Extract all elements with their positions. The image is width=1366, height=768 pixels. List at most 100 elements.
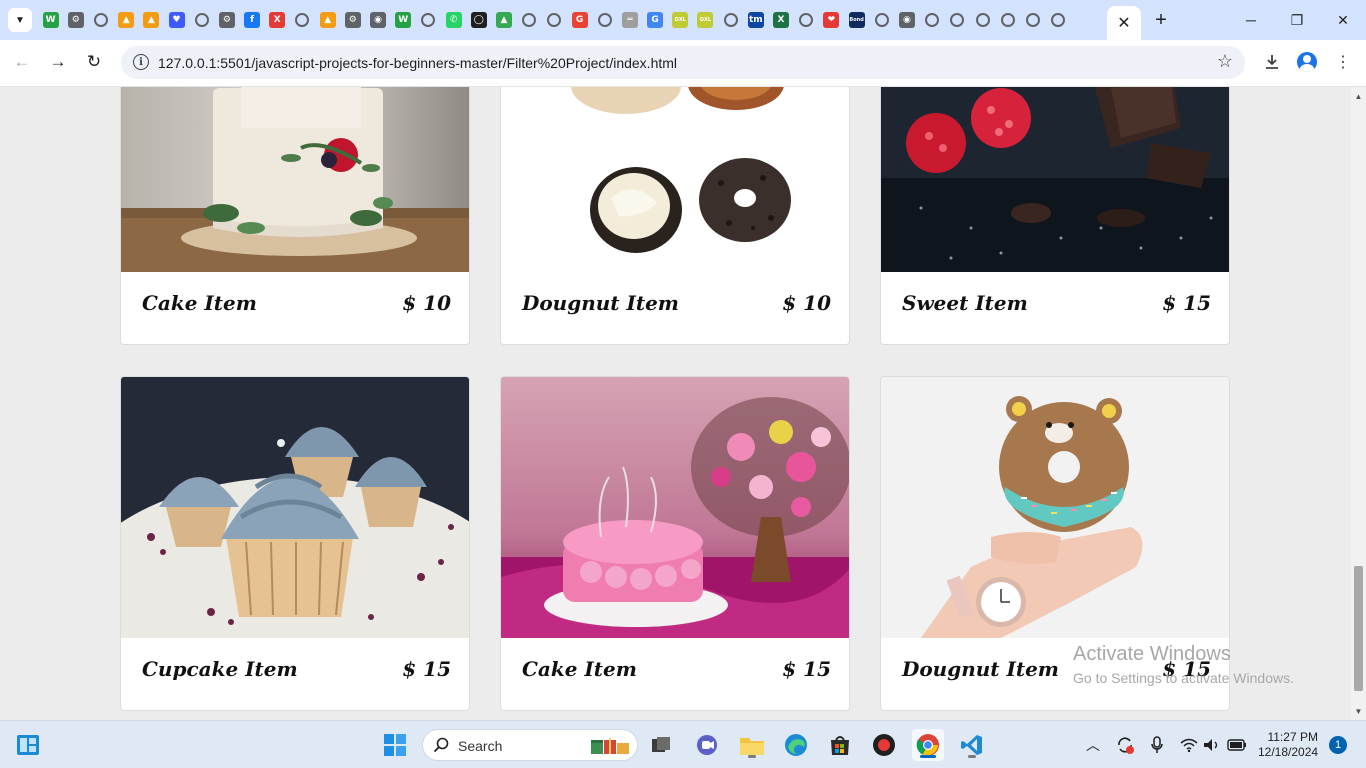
- pinned-tab[interactable]: DXL: [693, 0, 718, 40]
- scroll-thumb[interactable]: [1354, 566, 1363, 691]
- address-bar[interactable]: i 127.0.0.1:5501/javascript-projects-for…: [121, 46, 1245, 79]
- pinned-tab[interactable]: ▲: [315, 0, 340, 40]
- product-title: Cake Item: [142, 291, 257, 315]
- kebab-menu-icon[interactable]: ⋮: [1331, 50, 1355, 74]
- generic-globe-favicon-icon: [93, 13, 108, 27]
- back-arrow-icon[interactable]: ←: [8, 48, 36, 76]
- product-price: $ 10: [402, 291, 451, 315]
- pinned-tab[interactable]: ⚙: [340, 0, 365, 40]
- pinned-tab[interactable]: [1020, 0, 1045, 40]
- pinned-tab[interactable]: G: [643, 0, 668, 40]
- pinned-tab[interactable]: X: [768, 0, 793, 40]
- sync-alert-icon[interactable]: [1115, 735, 1135, 755]
- microphone-icon[interactable]: [1148, 735, 1166, 755]
- pinned-tab[interactable]: ♥: [164, 0, 189, 40]
- teams-chat-icon[interactable]: [691, 729, 723, 761]
- pinned-tab[interactable]: DXL: [668, 0, 693, 40]
- tab-search-chevron-icon[interactable]: ▼: [8, 8, 32, 32]
- downloads-icon[interactable]: [1260, 50, 1284, 74]
- pinned-tab[interactable]: ⚙: [63, 0, 88, 40]
- pinned-tab[interactable]: W: [38, 0, 63, 40]
- new-tab-plus-icon[interactable]: +: [1149, 8, 1173, 32]
- notification-count-badge[interactable]: 1: [1329, 736, 1347, 754]
- pinned-tab[interactable]: tm: [743, 0, 768, 40]
- wifi-icon[interactable]: [1180, 735, 1198, 755]
- pinned-tab[interactable]: [290, 0, 315, 40]
- page-scrollbar[interactable]: ▲ ▼: [1351, 87, 1366, 720]
- pinned-tab[interactable]: [970, 0, 995, 40]
- pinned-tab[interactable]: [718, 0, 743, 40]
- bookmark-star-icon[interactable]: ☆: [1217, 51, 1233, 72]
- pinned-tab[interactable]: ❤: [819, 0, 844, 40]
- product-card[interactable]: Dougnut Item $ 10: [500, 87, 850, 345]
- taskbar-search-box[interactable]: Search: [422, 729, 638, 761]
- product-card[interactable]: Cupcake Item $ 15: [120, 376, 470, 711]
- volume-icon[interactable]: [1203, 735, 1221, 755]
- pinned-tab[interactable]: [416, 0, 441, 40]
- generic-globe-favicon-icon: [975, 13, 990, 27]
- profile-avatar-icon[interactable]: [1295, 50, 1319, 74]
- pinned-tab[interactable]: f: [240, 0, 265, 40]
- pinned-tab[interactable]: ◉: [365, 0, 390, 40]
- pinned-tab[interactable]: ✆: [441, 0, 466, 40]
- pinned-tab[interactable]: [1046, 0, 1071, 40]
- pinned-tab[interactable]: [189, 0, 214, 40]
- generic-globe-favicon-icon: [1051, 13, 1066, 27]
- chrome-browser-icon[interactable]: [912, 729, 944, 761]
- pinned-tab[interactable]: ⚙: [214, 0, 239, 40]
- windows-taskbar: Search ︿ 11:27 PM 12/18/2024 1: [0, 720, 1366, 768]
- pinned-tab[interactable]: [542, 0, 567, 40]
- product-card[interactable]: Dougnut Item $ 15: [880, 376, 1230, 711]
- pinned-tab[interactable]: Bond: [844, 0, 869, 40]
- pinned-tab[interactable]: ═: [617, 0, 642, 40]
- file-explorer-icon[interactable]: [736, 729, 768, 761]
- pinned-tab[interactable]: [794, 0, 819, 40]
- pinned-tab[interactable]: [592, 0, 617, 40]
- pinned-tab[interactable]: ▲: [491, 0, 516, 40]
- product-card[interactable]: Sweet Item $ 15: [880, 87, 1230, 345]
- close-window-icon[interactable]: ✕: [1320, 0, 1366, 40]
- pinned-tab[interactable]: [995, 0, 1020, 40]
- vscode-icon[interactable]: [956, 729, 988, 761]
- product-card[interactable]: Cake Item $ 10: [120, 87, 470, 345]
- pinned-tab[interactable]: ▲: [139, 0, 164, 40]
- pinned-tab[interactable]: [88, 0, 113, 40]
- pinned-tab[interactable]: ◯: [466, 0, 491, 40]
- forward-arrow-icon[interactable]: →: [44, 48, 72, 76]
- reload-icon[interactable]: ↻: [80, 48, 108, 76]
- url-text[interactable]: 127.0.0.1:5501/javascript-projects-for-b…: [158, 55, 677, 71]
- product-card[interactable]: Cake Item $ 15: [500, 376, 850, 711]
- pinned-tab[interactable]: [945, 0, 970, 40]
- generic-globe-favicon-icon: [1025, 13, 1040, 27]
- ruler-favicon-icon: ═: [621, 12, 638, 28]
- pinned-tab[interactable]: X: [265, 0, 290, 40]
- battery-icon[interactable]: [1227, 735, 1247, 755]
- widgets-icon[interactable]: [12, 729, 44, 761]
- pinned-tab[interactable]: [869, 0, 894, 40]
- screen-recorder-icon[interactable]: [868, 729, 900, 761]
- start-windows-icon[interactable]: [379, 729, 411, 761]
- heart-shield-favicon-icon: ♥: [168, 12, 185, 28]
- task-view-icon[interactable]: [645, 729, 677, 761]
- pinned-tab[interactable]: [920, 0, 945, 40]
- pinned-tab[interactable]: ◉: [894, 0, 919, 40]
- restore-icon[interactable]: ❐: [1274, 0, 1320, 40]
- pinned-tab[interactable]: G: [567, 0, 592, 40]
- scroll-down-arrow-icon[interactable]: ▼: [1351, 704, 1366, 718]
- clock[interactable]: 11:27 PM 12/18/2024: [1258, 730, 1318, 760]
- edge-browser-icon[interactable]: [780, 729, 812, 761]
- product-title: Cupcake Item: [142, 657, 298, 681]
- product-title: Dougnut Item: [902, 657, 1059, 681]
- active-tab-close-icon[interactable]: ✕: [1107, 6, 1141, 40]
- product-image-naked-cake: [121, 87, 469, 272]
- dxl-favicon-icon: DXL: [697, 12, 714, 28]
- pinned-tab[interactable]: [517, 0, 542, 40]
- search-highlight-gift-icon: [591, 738, 629, 754]
- scroll-up-arrow-icon[interactable]: ▲: [1351, 89, 1366, 103]
- minimize-icon[interactable]: ─: [1228, 0, 1274, 40]
- pinned-tab[interactable]: W: [391, 0, 416, 40]
- show-hidden-icons-chevron-icon[interactable]: ︿: [1084, 735, 1102, 755]
- microsoft-store-icon[interactable]: [824, 729, 856, 761]
- site-info-icon[interactable]: i: [133, 54, 149, 70]
- pinned-tab[interactable]: ▲: [114, 0, 139, 40]
